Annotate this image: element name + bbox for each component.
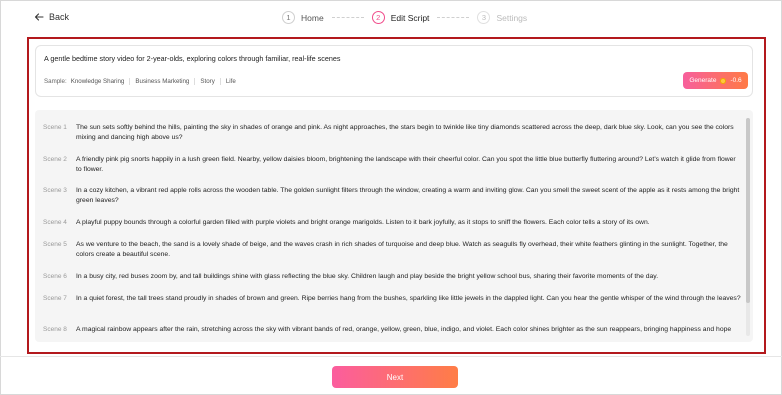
scene-label: Scene 2 (43, 156, 67, 163)
scene-label: Scene 6 (43, 273, 67, 280)
generate-label: Generate (689, 77, 717, 84)
coin-icon (720, 77, 727, 84)
scene-text[interactable]: The sun sets softly behind the hills, pa… (76, 123, 743, 143)
sample-chip-knowledge-sharing[interactable]: Knowledge Sharing (71, 78, 130, 85)
sample-chips: Sample: Knowledge Sharing Business Marke… (44, 78, 241, 85)
scene-text[interactable]: In a quiet forest, the tall trees stand … (76, 294, 743, 304)
top-bar: Back 1 Home 2 Edit Script 3 Settings (0, 0, 782, 36)
step-edit-script[interactable]: 2 Edit Script (371, 11, 430, 24)
step-divider (437, 17, 470, 18)
step-label: Settings (496, 12, 528, 23)
scene-label: Scene 4 (43, 219, 67, 226)
scene-label: Scene 1 (43, 124, 67, 131)
sample-chip-life[interactable]: Life (219, 78, 241, 85)
step-number: 3 (477, 11, 491, 24)
scene-label: Scene 3 (43, 187, 67, 194)
back-button[interactable]: Back (34, 12, 69, 22)
step-number: 2 (371, 11, 385, 24)
scenes-scrollbar[interactable] (746, 118, 750, 336)
scene-label: Scene 7 (43, 295, 67, 302)
scene-text[interactable]: In a cozy kitchen, a vibrant red apple r… (76, 186, 743, 206)
scene-label: Scene 5 (43, 241, 67, 248)
scene-label: Scene 8 (43, 326, 67, 333)
step-divider (331, 17, 364, 18)
step-home[interactable]: 1 Home (282, 11, 324, 24)
prompt-input[interactable]: A gentle bedtime story video for 2-year-… (44, 54, 340, 63)
stepper: 1 Home 2 Edit Script 3 Settings (282, 11, 527, 24)
scenes-panel[interactable]: Scene 1 The sun sets softly behind the h… (35, 110, 753, 342)
scene-text[interactable]: In a busy city, red buses zoom by, and t… (76, 272, 743, 282)
scrollbar-thumb[interactable] (746, 118, 750, 303)
step-number: 1 (282, 11, 295, 24)
arrow-left-icon (34, 13, 44, 21)
scene-text[interactable]: A friendly pink pig snorts happily in a … (76, 155, 743, 175)
step-label: Edit Script (390, 12, 430, 23)
sample-label: Sample: (44, 78, 67, 85)
sample-chip-business-marketing[interactable]: Business Marketing (129, 78, 194, 85)
scene-text[interactable]: As we venture to the beach, the sand is … (76, 240, 743, 260)
scene-text[interactable]: A playful puppy bounds through a colorfu… (76, 218, 743, 228)
scene-text[interactable]: A magical rainbow appears after the rain… (76, 325, 743, 335)
generate-cost: -0.6 (730, 77, 742, 84)
back-label: Back (49, 12, 70, 22)
prompt-card[interactable]: A gentle bedtime story video for 2-year-… (35, 45, 753, 97)
step-settings[interactable]: 3 Settings (477, 11, 527, 24)
sample-chip-story[interactable]: Story (194, 78, 219, 85)
step-label: Home (301, 12, 324, 23)
next-button[interactable]: Next (332, 366, 458, 388)
generate-button[interactable]: Generate -0.6 (683, 72, 748, 89)
footer-divider (0, 356, 782, 357)
